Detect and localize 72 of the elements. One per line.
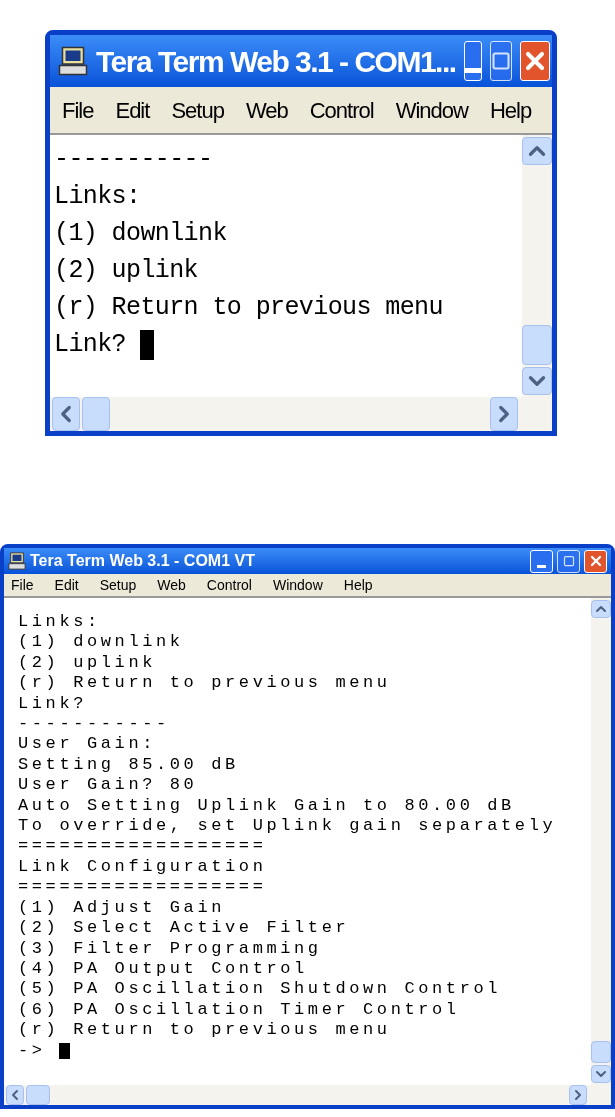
terminal-line: (5) PA Oscillation Shutdown Control [18,979,502,1000]
terminal-line: ================== [18,877,267,898]
terminal-line: Links: [54,181,141,213]
menu-item[interactable]: Window [395,93,468,127]
terminal-line: (2) Select Active Filter [18,918,350,939]
terminal-line: ================== [18,836,267,857]
menu-item[interactable]: Web [245,93,288,127]
menu-item[interactable]: Help [489,93,532,127]
terminal-line: -> [18,1040,47,1061]
terminal-line: (6) PA Oscillation Timer Control [18,999,460,1021]
scroll-right-icon[interactable] [490,397,518,431]
menu-item[interactable]: File [11,574,34,596]
scroll-right-icon[interactable] [569,1085,587,1105]
maximize-icon [562,555,575,567]
terminal-line: User Gain? 80 [18,775,198,796]
terminal-line: User Gain: [18,734,157,755]
vertical-scrollbar[interactable] [591,598,611,1085]
close-button[interactable] [519,41,550,81]
scroll-down-icon[interactable] [591,1065,611,1083]
scroll-thumb-icon[interactable] [591,1041,611,1063]
scroll-up-icon[interactable] [522,137,552,165]
terminal-line: (2) uplink [18,652,157,674]
window-title: Tera Term Web 3.1 - COM1... [96,43,456,80]
menu-item[interactable]: Web [157,574,186,596]
scroll-thumb-icon[interactable] [522,325,552,365]
maximize-button[interactable] [489,41,512,81]
scroll-up-icon[interactable] [591,600,611,618]
terminal-line: Auto Setting Uplink Gain to 80.00 dB [18,795,515,817]
close-button[interactable] [584,549,607,573]
menu-item[interactable]: Setup [99,574,137,596]
horizontal-scrollbar[interactable] [4,1085,611,1105]
menu-item[interactable]: Help [343,574,373,596]
scroll-down-icon[interactable] [522,367,552,395]
terminal-line: (1) downlink [18,632,184,653]
terminal-line: ----------- [18,714,170,735]
menu-item[interactable]: Window [272,574,323,596]
menu-item[interactable]: Edit [115,93,150,127]
menu-item[interactable]: Setup [171,93,224,127]
terminal-line: Link Configuration [18,856,267,878]
terminal-line: Links: [18,612,101,633]
terminal-line: (2) uplink [54,255,199,287]
scroll-thumb-icon[interactable] [26,1085,50,1105]
terminal-line: (r) Return to previous menu [18,1020,391,1041]
terminal-line: Link? [18,693,87,715]
minimize-icon [537,564,546,568]
terminal-line: (1) downlink [54,218,227,250]
terminal-line: Setting 85.00 dB [18,754,239,776]
scroll-thumb-icon[interactable] [82,397,110,431]
scroll-left-icon[interactable] [6,1085,24,1105]
terminal-line: Link? [54,329,127,361]
vertical-scrollbar[interactable] [522,135,552,397]
maximize-icon [490,51,511,71]
menu-item[interactable]: File [62,93,94,127]
menu-item[interactable]: Control [309,93,374,127]
terminal-line: (4) PA Output Control [18,958,308,980]
terminal-line: (r) Return to previous menu [18,673,391,694]
terminal-line: (1) Adjust Gain [18,897,226,919]
scroll-left-icon[interactable] [52,397,80,431]
terminal-icon [58,46,88,76]
maximize-button[interactable] [557,549,580,573]
minimize-button[interactable] [463,41,482,81]
window-title: Tera Term Web 3.1 - COM1 VT [30,551,256,571]
horizontal-scrollbar[interactable] [50,397,552,431]
menu-item[interactable]: Edit [54,574,79,596]
minimize-icon [464,67,481,73]
menu-item[interactable]: Control [206,574,252,596]
terminal-line: To override, set Uplink gain separately [18,816,557,837]
terminal-line: ----------- [54,144,213,176]
terminal-line: (r) Return to previous menu [54,292,443,324]
minimize-button[interactable] [530,549,553,573]
terminal-line: (3) Filter Programming [18,938,322,959]
terminal-icon [8,552,26,570]
